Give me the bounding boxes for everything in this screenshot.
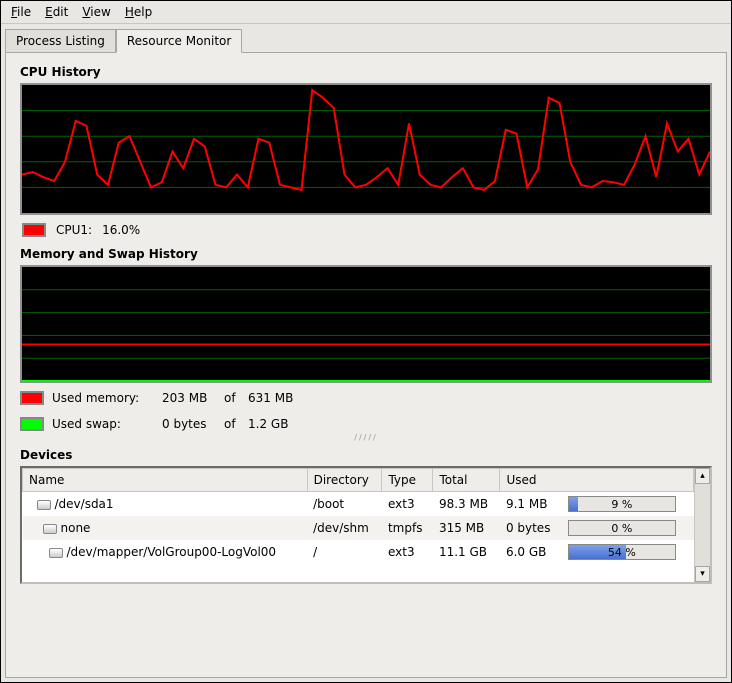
usage-percent: 9 % [569, 497, 675, 511]
usage-bar: 0 % [568, 520, 676, 536]
menu-view[interactable]: View [82, 5, 110, 19]
used-memory-value: 203 MB [162, 391, 224, 405]
scroll-up-icon[interactable]: ▴ [695, 468, 710, 484]
devices-scrollbar[interactable]: ▴ ▾ [694, 468, 710, 582]
device-total: 11.1 GB [433, 540, 500, 564]
usage-bar: 54 % [568, 544, 676, 560]
used-memory-swatch [20, 391, 44, 405]
used-swap-swatch [20, 417, 44, 431]
used-swap-value: 0 bytes [162, 417, 224, 431]
devices-table: Name Directory Type Total Used /dev/sda1… [22, 468, 694, 564]
col-total[interactable]: Total [433, 469, 500, 492]
device-used: 9.1 MB [500, 492, 562, 517]
cpu-history-title: CPU History [20, 65, 712, 79]
used-memory-of: of [224, 391, 248, 405]
device-name: /dev/mapper/VolGroup00-LogVol00 [67, 545, 277, 559]
total-swap-value: 1.2 GB [248, 417, 308, 431]
usage-percent: 0 % [569, 521, 675, 535]
total-memory-value: 631 MB [248, 391, 308, 405]
menu-file[interactable]: File [11, 5, 31, 19]
memory-history-title: Memory and Swap History [20, 247, 712, 261]
device-used: 0 bytes [500, 516, 562, 540]
device-directory: /dev/shm [307, 516, 382, 540]
devices-panel: Name Directory Type Total Used /dev/sda1… [20, 466, 712, 584]
system-monitor-window: File Edit View Help Process Listing Reso… [0, 0, 732, 683]
disk-icon [49, 548, 63, 558]
device-name: none [61, 521, 91, 535]
device-name: /dev/sda1 [55, 497, 114, 511]
col-name[interactable]: Name [23, 469, 308, 492]
cpu1-color-swatch [22, 223, 46, 237]
cpu1-label: CPU1: [56, 223, 92, 237]
table-row[interactable]: /dev/sda1 /boot ext3 98.3 MB 9.1 MB 9 % [23, 492, 694, 517]
menu-help[interactable]: Help [125, 5, 152, 19]
cpu1-value: 16.0% [102, 223, 140, 237]
memory-legend: Used memory: 203 MB of 631 MB Used swap:… [20, 391, 712, 431]
device-total: 315 MB [433, 516, 500, 540]
memory-history-chart [20, 265, 712, 383]
menu-edit[interactable]: Edit [45, 5, 68, 19]
device-total: 98.3 MB [433, 492, 500, 517]
col-used[interactable]: Used [500, 469, 694, 492]
tab-resource-monitor[interactable]: Resource Monitor [116, 29, 242, 53]
device-used: 6.0 GB [500, 540, 562, 564]
device-type: tmpfs [382, 516, 433, 540]
scroll-down-icon[interactable]: ▾ [695, 566, 710, 582]
cpu-legend: CPU1: 16.0% [20, 223, 712, 237]
used-memory-label: Used memory: [52, 391, 162, 405]
device-type: ext3 [382, 540, 433, 564]
used-swap-of: of [224, 417, 248, 431]
pane-grip[interactable]: ///// [20, 433, 712, 442]
disk-icon [43, 524, 57, 534]
col-directory[interactable]: Directory [307, 469, 382, 492]
used-swap-label: Used swap: [52, 417, 162, 431]
tab-process-listing[interactable]: Process Listing [5, 29, 116, 53]
usage-bar: 9 % [568, 496, 676, 512]
disk-icon [37, 500, 51, 510]
usage-percent: 54 % [569, 545, 675, 559]
device-type: ext3 [382, 492, 433, 517]
menubar: File Edit View Help [1, 1, 731, 24]
content-pane: CPU History CPU1: 16.0% Memory and Swap … [5, 52, 727, 678]
col-type[interactable]: Type [382, 469, 433, 492]
devices-title: Devices [20, 448, 712, 462]
cpu-history-chart [20, 83, 712, 215]
device-directory: /boot [307, 492, 382, 517]
tab-bar: Process Listing Resource Monitor [1, 24, 731, 52]
device-directory: / [307, 540, 382, 564]
table-row[interactable]: none /dev/shm tmpfs 315 MB 0 bytes 0 % [23, 516, 694, 540]
table-row[interactable]: /dev/mapper/VolGroup00-LogVol00 / ext3 1… [23, 540, 694, 564]
